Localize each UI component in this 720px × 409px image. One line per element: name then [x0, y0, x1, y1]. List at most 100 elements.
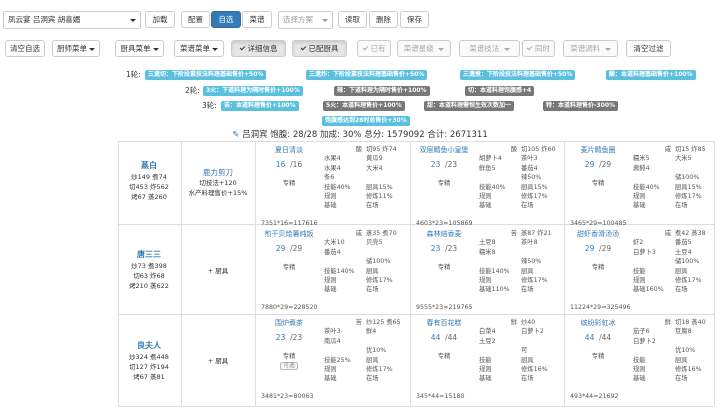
chef-card[interactable]: 蒸白 炒149 煮74 切453 炸562 烤67 蒸260: [120, 160, 178, 202]
save-button[interactable]: 保存: [400, 11, 429, 28]
recipe-spec: 专精: [437, 180, 451, 187]
recipe-detail: 土豆8: [479, 239, 496, 247]
round-rule-chip: 酸：本道料理基础售价+100%: [606, 70, 696, 80]
recipe-detail: 在场: [366, 375, 379, 383]
col-divider: [118, 141, 119, 406]
recipe-detail: 切105 炸60: [521, 146, 556, 153]
recipe-detail: 黄瓜9: [366, 155, 383, 163]
recipe-detail: 修炼16%: [675, 366, 702, 373]
recipe-detail: 厨具: [366, 267, 379, 275]
recipe-cell[interactable]: 煎干贝烩薯炖饭 29 /29 专精 7880*29=228520 咸蒸35 煮70 大米1…: [258, 229, 406, 324]
chef-menu-button[interactable]: 厨师菜单: [52, 40, 100, 57]
recipe-menu-label: 菜谱菜单: [180, 44, 210, 53]
config-button[interactable]: 配置: [181, 11, 210, 28]
chef-card[interactable]: 唐三三 炒73 煮398 切63 炸68 烤210 蒸622: [120, 249, 178, 291]
recipe-detail: 切95 炸74: [366, 146, 397, 153]
clear-filter-button[interactable]: 清空过滤: [626, 40, 671, 57]
recipe-detail: 厨具15%: [366, 183, 393, 191]
recipe-seasoning-select[interactable]: 菜谱调料: [563, 40, 618, 57]
self-select-button[interactable]: 自选: [211, 11, 241, 28]
recipe-cell[interactable]: 春有百花糕 44 /44 专精 345*44=15180 鲜炒40 白菜4 白萝卜2 土豆2 可…: [413, 318, 561, 409]
read-button[interactable]: 读取: [338, 11, 367, 28]
delete-button[interactable]: 删除: [369, 11, 398, 28]
recipe-detail: 大米5: [675, 155, 692, 163]
recipe-cell[interactable]: 森林焙香麦 23 /23 专精 9555*23=219765 苦蒸87 炸21 土豆8 茶叶…: [413, 229, 561, 324]
recipe-cell[interactable]: 夏日清淡 16 /16 专精 7351*16=117616 酸切95 炸74 水果4 黄瓜9…: [258, 145, 406, 240]
recipe-cell[interactable]: 缤纷彩虹冰 44 /44 专精 493*44=21692 鲜切18 蒸40 茄子6 豆腐8 白…: [567, 318, 715, 409]
chef-card[interactable]: 良夫人 炒324 煮448 切127 炸194 烤67 蒸81: [120, 340, 178, 382]
clear-self-button[interactable]: 清空自选: [5, 40, 45, 57]
recipe-detail: 土豆4: [675, 248, 692, 256]
recipe-rarity-select[interactable]: 菜谱星级: [397, 40, 451, 57]
recipe-cell[interactable]: 甜虾香滑汤汤 29 /29 专精 11224*29=325496 咸煮42 蒸38 虾2 番…: [567, 229, 715, 324]
scheme-select[interactable]: 选择方案: [278, 11, 333, 29]
recipe-detail: 茄子6: [633, 328, 650, 336]
chef-name: 唐三三: [137, 250, 161, 259]
load-button[interactable]: 加载: [145, 11, 175, 28]
check-icon: [526, 44, 533, 51]
recipe-detail: 大米4: [366, 164, 383, 172]
recipe-title: 甜虾香滑汤汤: [577, 230, 619, 238]
recipe-quantity[interactable]: 23 /23: [421, 244, 467, 254]
recipe-qty-max: /29: [290, 244, 303, 253]
recipe-detail: 条6: [324, 174, 335, 182]
chef-name: 良夫人: [137, 341, 161, 350]
equipped-toggle[interactable]: 已配厨具: [292, 40, 347, 57]
recipe-cell[interactable]: 麦片鳕鱼圈 29 /29 专精 3465*29=100485 咸切15 炸85 糯米5 大米…: [567, 145, 715, 240]
equip-menu-button[interactable]: 厨具菜单: [115, 40, 164, 57]
recipe-quantity[interactable]: 16 /16: [266, 160, 312, 170]
recipe-button[interactable]: 菜谱: [242, 11, 272, 28]
chef-menu-label: 厨师菜单: [57, 44, 87, 53]
recipe-quantity[interactable]: 23 /23: [266, 333, 312, 343]
recipe-detail: 炒40: [521, 319, 536, 326]
recipe-detail: 白菜4: [479, 328, 496, 336]
recipe-detail: 技能: [633, 356, 646, 364]
recipe-detail: 鲜: [664, 319, 671, 326]
recipe-quantity[interactable]: 44 /44: [575, 333, 621, 343]
score-summary: ✎ 吕洞宾 饱腹: 28/28 加成: 30% 总分: 1579092 合计: …: [0, 128, 720, 140]
check-icon: [300, 44, 306, 51]
recipe-detail: 基础: [324, 202, 337, 210]
recipe-detail: 苦: [510, 230, 517, 237]
recipe-detail: 大米10: [324, 239, 345, 247]
owned-toggle[interactable]: 已有: [357, 40, 391, 57]
recipe-detail: 基础: [479, 202, 492, 210]
recipe-detail: 鲜鱼5: [479, 164, 496, 172]
chef-combo-select[interactable]: 凤云宴 吕洞宾 胡喜媚: [3, 11, 141, 29]
recipe-cell[interactable]: 围炉煮茶 23 /23 专精 可选 3481*23=80063 苦炒125 煮65 茶叶3 鲜…: [258, 318, 406, 409]
recipe-quantity[interactable]: 44 /44: [421, 333, 467, 343]
recipe-qty: 44: [430, 333, 441, 342]
recipe-skill-select[interactable]: 菜谱技法: [459, 40, 520, 57]
same-time-toggle[interactable]: 同时: [522, 40, 555, 57]
recipe-formula: 345*44=15180: [416, 393, 465, 400]
recipe-detail: 技能140%: [324, 267, 355, 275]
chef-stat: 切63 炸68: [133, 272, 165, 280]
recipe-quantity[interactable]: 29 /29: [266, 244, 312, 254]
add-equip-button[interactable]: + 厨具: [184, 266, 252, 276]
recipe-detail: 在场: [521, 375, 534, 383]
chef-stat: 炒73 煮398: [131, 262, 167, 270]
round-rule-chip: 三遗炸：下阶段素技法料理基础售价+50%: [306, 70, 428, 80]
equip-card[interactable]: 鹿力剪刀 切技法+120 水产料理售价+15%: [184, 167, 252, 198]
recipe-detail: 在场: [675, 202, 688, 210]
recipe-menu-button[interactable]: 菜谱菜单: [174, 40, 224, 57]
recipe-skill-label: 菜谱技法: [469, 44, 500, 53]
recipe-detail: 厨具: [521, 356, 534, 364]
chef-stat: 烤210 蒸622: [129, 282, 169, 290]
recipe-detail: 酱鲱4: [633, 164, 650, 172]
recipe-detail: 炒125 煮65: [366, 319, 401, 326]
recipe-detail: 鲜4: [366, 328, 377, 336]
recipe-quantity[interactable]: 29 /29: [575, 244, 621, 254]
recipe-cell[interactable]: 双层鳕鱼小皇堡 23 /23 专精 4603*23=105869 酸切105 炸60 胡萝…: [413, 145, 561, 240]
recipe-quantity[interactable]: 23 /23: [421, 160, 467, 170]
chevron-down-icon: [604, 47, 611, 51]
chevron-down-icon: [438, 47, 445, 51]
detail-toggle[interactable]: 详细信息: [231, 40, 286, 57]
recipe-quantity[interactable]: 29 /29: [575, 160, 621, 170]
recipe-formula: 493*44=21692: [570, 393, 619, 400]
recipe-detail: 在场: [521, 286, 534, 294]
add-equip-button[interactable]: + 厨具: [184, 356, 252, 366]
recipe-title: 煎干贝烩薯炖饭: [264, 230, 314, 238]
round-rule-chip: 5火：本道料理售价+100%: [323, 101, 405, 111]
recipe-detail: 胡萝卜4: [479, 155, 502, 163]
